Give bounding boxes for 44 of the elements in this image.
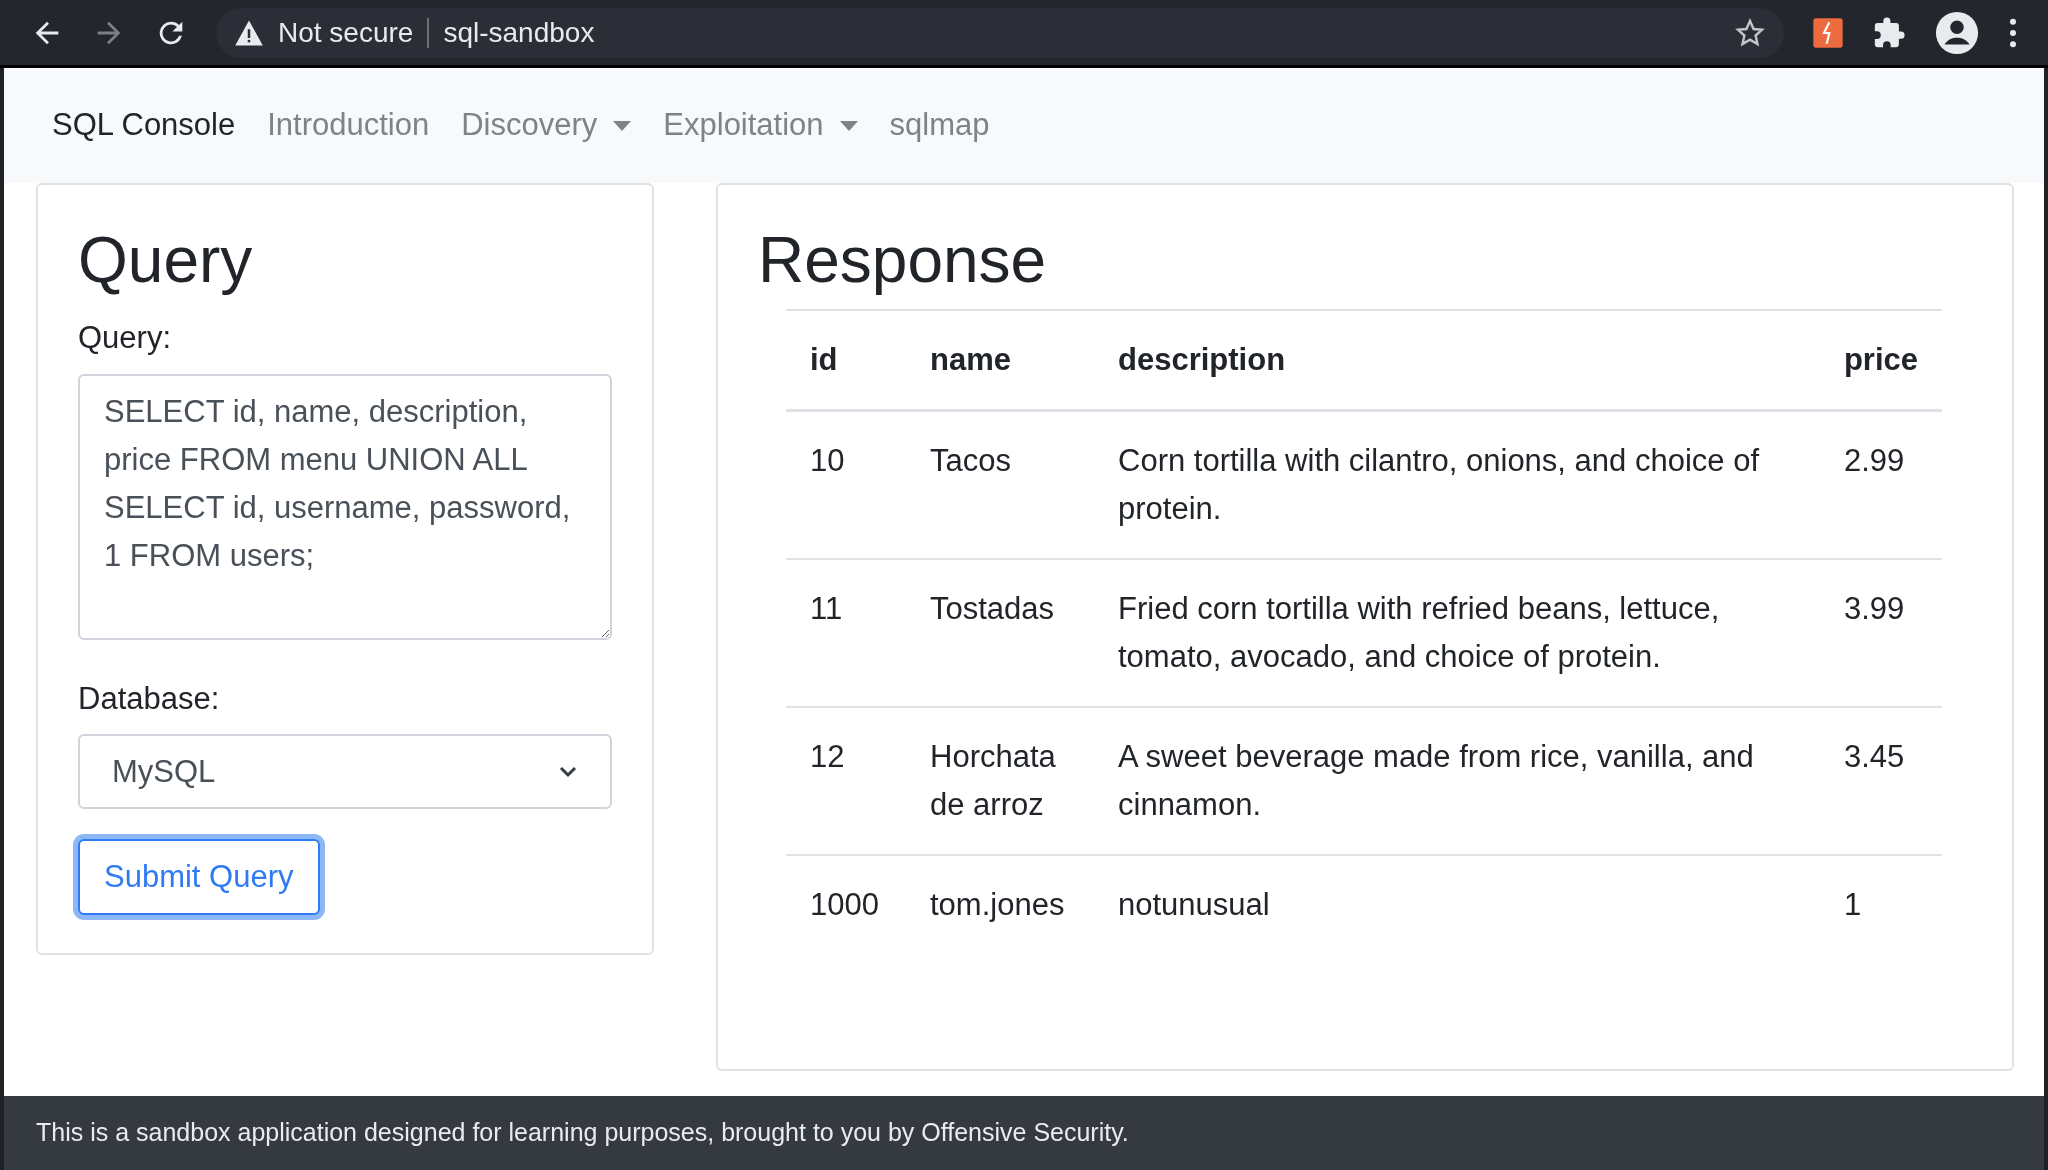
nav-dropdown[interactable]: Exploitation [663,102,858,149]
brand-link[interactable]: SQL Console [52,102,236,149]
database-label: Database: [78,679,221,718]
puzzle-icon[interactable] [1872,15,1906,50]
url-text: sql-sandbox [443,15,596,50]
table-cell: Tacos [906,410,1094,560]
nav-dropdown[interactable]: Discovery [461,102,632,149]
table-cell: 3.99 [1819,559,1942,708]
table-cell: 10 [786,410,906,560]
table-cell: 12 [786,707,906,856]
star-icon[interactable] [1734,16,1766,49]
table-cell: A sweet beverage made from rice, vanilla, and cinnamon. [1094,707,1820,856]
table-cell: Horchata de arroz [906,707,1094,856]
column-header: id [786,310,906,411]
extension-icon[interactable] [1812,16,1844,49]
caret-icon [613,120,632,131]
menu-icon[interactable] [2008,17,2018,48]
table-cell: Fried corn tortilla with refried beans, lettuce, tomato, avocado, and choice of protein. [1094,559,1820,708]
table-cell: 2.99 [1819,410,1942,560]
address-bar[interactable]: Not secure sql-sandbox [216,7,1784,58]
warning-icon [234,18,264,47]
query-heading: Query [78,225,254,296]
table-cell: notunusual [1094,855,1820,955]
database-select[interactable]: MySQL [78,734,612,810]
table-cell: 1 [1819,855,1942,955]
profile-icon[interactable] [1934,9,1980,56]
query-textarea[interactable]: SELECT id, name, description, price FROM menu UNION ALL SELECT id, username, password, 1 FROM users; [78,373,612,640]
table-cell: Corn tortilla with cilantro, onions, and choice of protein. [1094,410,1820,560]
security-label: Not secure [278,15,414,50]
table-cell: Tostadas [906,559,1094,708]
query-label: Query: [78,319,173,358]
chevron-icon [558,764,578,779]
nav-link[interactable]: Introduction [267,102,430,149]
footer-text: This is a sandbox application designed for learning purposes, brought to you by Offensive Security. [36,1117,1129,1149]
table-cell: tom.jones [906,855,1094,955]
table-cell: 11 [786,559,906,708]
nav-link[interactable]: sqlmap [889,102,990,149]
table-cell: 3.45 [1819,707,1942,856]
column-header: price [1819,310,1942,411]
column-header: description [1094,310,1820,411]
column-header: name [906,310,1094,411]
table-cell: 1000 [786,855,906,955]
response-heading: Response [758,225,1048,296]
caret-icon [839,120,858,131]
